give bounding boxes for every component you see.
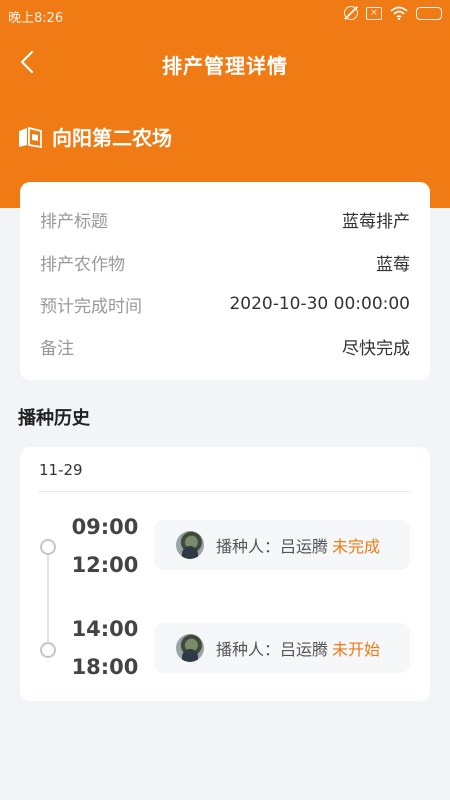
page-title: 排产管理详情 bbox=[162, 54, 288, 78]
detail-value: 2020-10-30 00:00:00 bbox=[229, 294, 410, 314]
notification-x-icon: × bbox=[366, 6, 382, 20]
time-range: 14:00 18:00 bbox=[70, 610, 140, 686]
detail-label: 排产标题 bbox=[40, 211, 108, 232]
sower-label: 播种人：吕运腾 bbox=[216, 537, 329, 556]
status-badge: 未开始 bbox=[332, 640, 381, 659]
avatar bbox=[176, 634, 204, 662]
detail-label: 排产农作物 bbox=[40, 254, 125, 275]
detail-row-eta: 预计完成时间 2020-10-30 00:00:00 bbox=[40, 289, 410, 319]
end-time: 12:00 bbox=[71, 553, 139, 577]
detail-row-notes: 备注 尽快完成 bbox=[40, 331, 410, 361]
farm-map-icon bbox=[18, 126, 42, 148]
section-title-history: 播种历史 bbox=[18, 408, 90, 429]
status-time: 晚上8:26 bbox=[8, 11, 64, 26]
start-time: 09:00 bbox=[71, 515, 139, 539]
detail-row-title: 排产标题 蓝莓排产 bbox=[40, 204, 410, 234]
detail-row-crop: 排产农作物 蓝莓 bbox=[40, 247, 410, 277]
detail-label: 预计完成时间 bbox=[40, 296, 142, 317]
farm-name: 向阳第二农场 bbox=[52, 126, 172, 150]
status-icons: × bbox=[344, 6, 442, 20]
sower-label: 播种人：吕运腾 bbox=[216, 640, 329, 659]
status-bar: 晚上8:26 × bbox=[0, 0, 450, 30]
start-time: 14:00 bbox=[71, 617, 139, 641]
detail-value: 尽快完成 bbox=[342, 338, 410, 359]
battery-icon bbox=[416, 6, 442, 20]
sowing-record[interactable]: 播种人：吕运腾 未开始 bbox=[154, 623, 410, 673]
detail-value: 蓝莓 bbox=[376, 254, 410, 275]
farm-header: 向阳第二农场 bbox=[18, 122, 172, 151]
timeline-dot bbox=[40, 642, 56, 658]
sowing-history-card: 11-29 09:00 12:00 播种人：吕运腾 未完成 14:00 18:0… bbox=[20, 447, 430, 701]
alarm-off-icon bbox=[344, 6, 358, 20]
status-badge: 未完成 bbox=[332, 537, 381, 556]
divider bbox=[39, 491, 411, 492]
time-range: 09:00 12:00 bbox=[70, 508, 140, 584]
end-time: 18:00 bbox=[71, 655, 139, 679]
timeline-line bbox=[47, 547, 49, 651]
schedule-detail-card: 排产标题 蓝莓排产 排产农作物 蓝莓 预计完成时间 2020-10-30 00:… bbox=[20, 182, 430, 380]
detail-value: 蓝莓排产 bbox=[342, 211, 410, 232]
header-background bbox=[0, 0, 450, 208]
wifi-icon bbox=[390, 6, 408, 20]
history-date: 11-29 bbox=[39, 461, 83, 479]
nav-bar: 排产管理详情 bbox=[0, 40, 450, 88]
detail-label: 备注 bbox=[40, 338, 74, 359]
sowing-record[interactable]: 播种人：吕运腾 未完成 bbox=[154, 520, 410, 570]
avatar bbox=[176, 531, 204, 559]
timeline-dot bbox=[40, 539, 56, 555]
